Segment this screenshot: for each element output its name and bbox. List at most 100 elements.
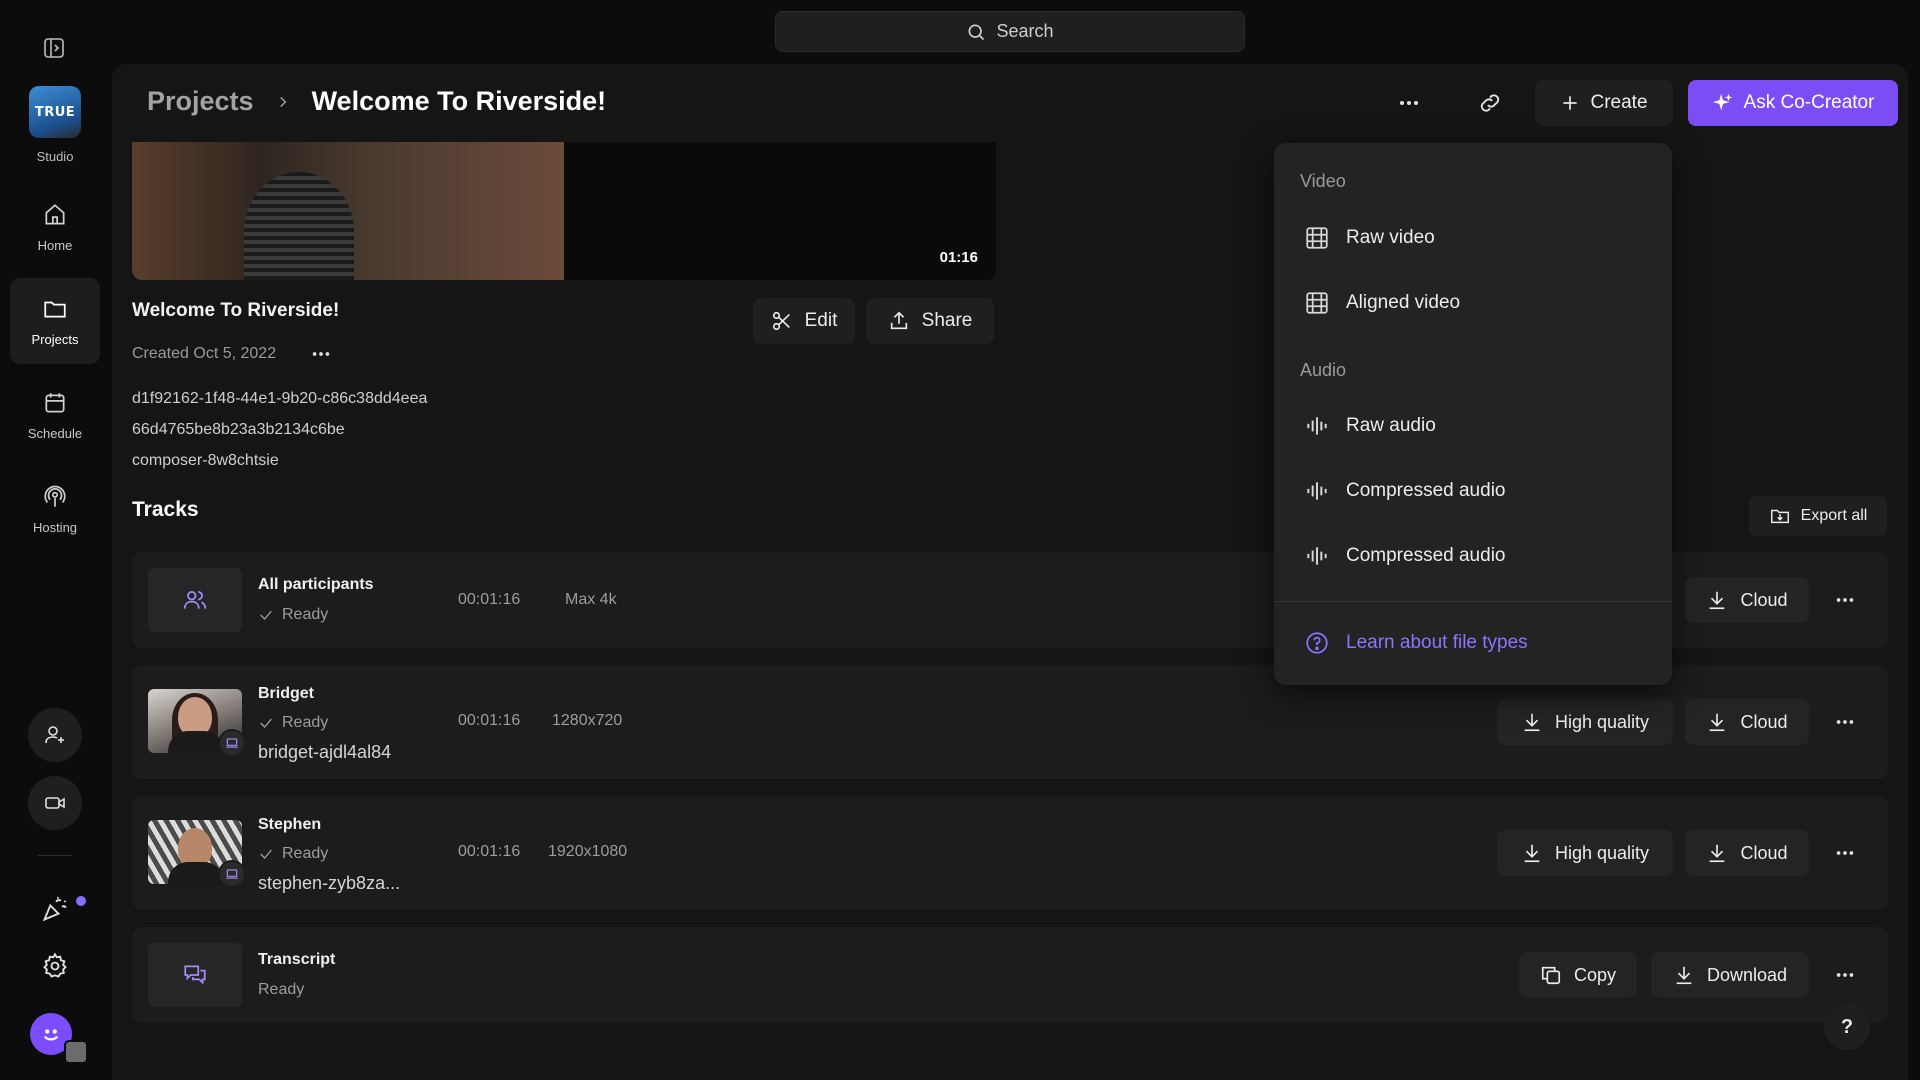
track-more-button[interactable]: [1827, 835, 1863, 871]
track-row-stephen[interactable]: Stephen Ready stephen-zyb8za... 00:01:16…: [132, 796, 1888, 910]
check-icon: [260, 849, 272, 859]
laptop-icon: [226, 869, 238, 879]
track-resolution: Max 4k: [565, 591, 617, 608]
track-file-id: bridget-ajdl4al84: [258, 742, 392, 762]
track-file-id: stephen-zyb8za...: [258, 873, 401, 893]
menu-item-compressed-audio-2[interactable]: Compressed audio: [1274, 528, 1672, 584]
track-duration: 00:01:16: [458, 591, 521, 608]
video-thumbnail-right: [564, 142, 996, 280]
participant-photo-bridget: [148, 689, 246, 757]
menu-item-raw-video[interactable]: Raw video: [1274, 210, 1672, 266]
breadcrumb-projects-link[interactable]: Projects: [147, 86, 254, 117]
track-resolution: 1280x720: [552, 712, 623, 729]
studio-logo[interactable]: TRUE: [29, 86, 81, 138]
more-horizontal-icon: [1836, 720, 1854, 724]
track-more-button[interactable]: [1827, 957, 1863, 993]
video-thumbnail-left: [132, 142, 564, 280]
chevron-right-icon: [279, 96, 286, 107]
track-resolution: 1920x1080: [548, 843, 628, 860]
high-quality-button[interactable]: High quality: [1497, 830, 1673, 876]
download-button-label: Download: [1706, 964, 1788, 985]
sidebar-toggle-icon[interactable]: [42, 36, 66, 60]
download-button[interactable]: Download: [1651, 952, 1809, 998]
calendar-icon: [45, 392, 65, 413]
invite-user-button[interactable]: [28, 708, 82, 762]
track-more-button[interactable]: [1827, 582, 1863, 618]
track-more-button[interactable]: [1827, 704, 1863, 740]
copy-link-button[interactable]: [1470, 83, 1510, 123]
create-button-label: Create: [1590, 92, 1648, 113]
share-button-label: Share: [921, 310, 973, 331]
track-status: Ready: [258, 606, 328, 624]
cloud-button[interactable]: Cloud: [1685, 699, 1809, 745]
tracks-heading: Tracks: [132, 498, 199, 521]
video-preview[interactable]: 01:16: [132, 142, 996, 280]
workspace-badge: [64, 1040, 88, 1064]
start-recording-button[interactable]: [28, 776, 82, 830]
more-options-button[interactable]: [1389, 83, 1429, 123]
film-icon: [1306, 292, 1328, 314]
cloud-button-label: Cloud: [1740, 711, 1788, 732]
track-thumbnail: [148, 943, 242, 1007]
track-status: Ready: [258, 845, 328, 863]
search-bar[interactable]: Search: [775, 11, 1245, 52]
high-quality-button[interactable]: High quality: [1497, 699, 1673, 745]
sidebar-item-projects[interactable]: Projects: [10, 278, 100, 364]
menu-item-compressed-audio[interactable]: Compressed audio: [1274, 463, 1672, 519]
menu-item-raw-audio[interactable]: Raw audio: [1274, 398, 1672, 454]
track-row-transcript[interactable]: Transcript Ready Copy Download: [132, 927, 1888, 1023]
party-popper-icon: [42, 896, 67, 922]
cloud-button-label: Cloud: [1740, 842, 1788, 863]
folder-download-icon: [1770, 509, 1789, 524]
copy-button[interactable]: Copy: [1519, 952, 1637, 998]
film-icon: [1306, 227, 1328, 249]
menu-item-aligned-video[interactable]: Aligned video: [1274, 275, 1672, 331]
participant-photo-stephen: [148, 820, 246, 888]
edit-button[interactable]: Edit: [753, 298, 855, 344]
sidebar-item-home[interactable]: Home: [10, 184, 100, 270]
users-icon: [183, 591, 207, 609]
learn-file-types-label: Learn about file types: [1346, 632, 1528, 653]
export-all-button[interactable]: Export all: [1749, 496, 1887, 536]
sidebar-item-hosting[interactable]: Hosting: [10, 466, 100, 552]
more-horizontal-icon: [312, 352, 330, 356]
sidebar-item-label: Hosting: [32, 519, 78, 535]
cloud-button[interactable]: Cloud: [1685, 577, 1809, 623]
cloud-button-label: Cloud: [1740, 589, 1788, 610]
upload-icon: [890, 311, 907, 330]
audio-waveform-icon: [1307, 417, 1327, 435]
scissors-icon: [772, 311, 790, 331]
track-duration: 00:01:16: [458, 843, 521, 860]
sidebar-item-label: Schedule: [27, 425, 83, 441]
video-duration: 01:16: [939, 249, 978, 266]
ask-co-creator-button[interactable]: Ask Co-Creator: [1688, 80, 1898, 126]
track-name: Transcript: [258, 951, 336, 968]
track-thumbnail: [148, 568, 242, 632]
recording-id: 66d4765be8b23a3b2134c6be: [132, 421, 345, 438]
project-created-date: Created Oct 5, 2022: [132, 345, 277, 362]
track-name: Stephen: [258, 816, 322, 833]
file-type-dropdown: Video Raw video Aligned video Audio Raw …: [1274, 143, 1672, 685]
video-camera-icon: [45, 797, 65, 809]
audio-waveform-icon: [1307, 482, 1327, 500]
notification-dot: [76, 896, 86, 906]
menu-item-label: Compressed audio: [1346, 545, 1506, 566]
left-sidebar: TRUE Studio Home Projects Schedule Hosti…: [0, 0, 110, 1080]
download-icon: [1676, 966, 1692, 985]
settings-button[interactable]: [40, 951, 70, 981]
sidebar-item-schedule[interactable]: Schedule: [10, 372, 100, 458]
microphone-image: [244, 172, 354, 280]
help-button[interactable]: ?: [1824, 1004, 1870, 1050]
cloud-button[interactable]: Cloud: [1685, 830, 1809, 876]
project-title: Welcome To Riverside!: [132, 300, 340, 321]
dropdown-section-audio: Audio: [1300, 360, 1347, 380]
laptop-icon: [226, 738, 238, 748]
learn-file-types-link[interactable]: Learn about file types: [1274, 620, 1672, 666]
check-icon: [260, 610, 272, 620]
project-more-button[interactable]: [306, 342, 336, 366]
whats-new-button[interactable]: [40, 894, 70, 924]
create-button[interactable]: Create: [1535, 80, 1673, 126]
share-button[interactable]: Share: [866, 298, 994, 344]
copy-button-label: Copy: [1573, 964, 1617, 985]
studio-label: Studio: [36, 149, 74, 164]
